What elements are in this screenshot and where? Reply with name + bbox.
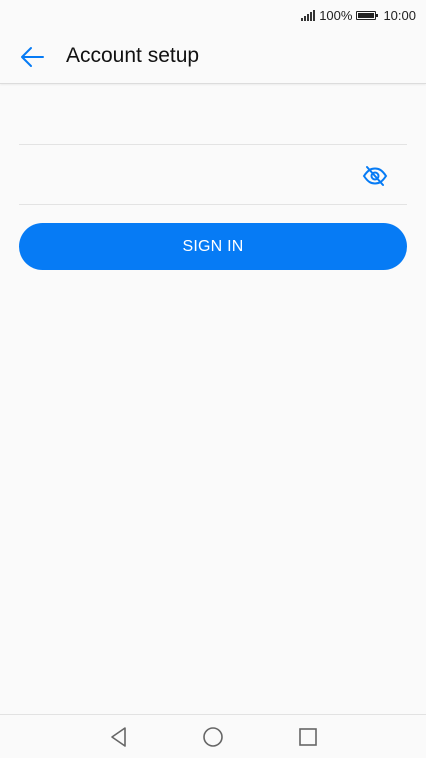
battery-icon [356, 10, 379, 20]
nav-back-button[interactable] [107, 725, 131, 749]
nav-home-button[interactable] [201, 725, 225, 749]
page-title: Account setup [66, 44, 200, 67]
battery-percent: 100% [319, 7, 353, 23]
home-circle-icon [203, 727, 223, 747]
navigation-bar [0, 714, 426, 758]
status-icons: 100% 10:00 [301, 6, 416, 24]
username-input[interactable] [19, 108, 349, 138]
nav-recents-button[interactable] [296, 725, 320, 749]
back-triangle-icon [111, 727, 126, 747]
password-field[interactable] [19, 160, 407, 205]
clock: 10:00 [383, 7, 416, 23]
signal-icon [301, 9, 316, 21]
sign-in-button[interactable]: SIGN IN [19, 223, 407, 270]
show-password-button[interactable] [361, 162, 389, 190]
recents-square-icon [299, 728, 317, 746]
back-button[interactable] [16, 42, 48, 72]
password-input[interactable] [19, 168, 349, 198]
eye-off-icon [362, 166, 388, 186]
arrow-left-icon [21, 47, 44, 67]
status-bar: 100% 10:00 [0, 0, 426, 30]
username-field[interactable] [19, 100, 407, 145]
app-bar: Account setup [0, 30, 426, 84]
